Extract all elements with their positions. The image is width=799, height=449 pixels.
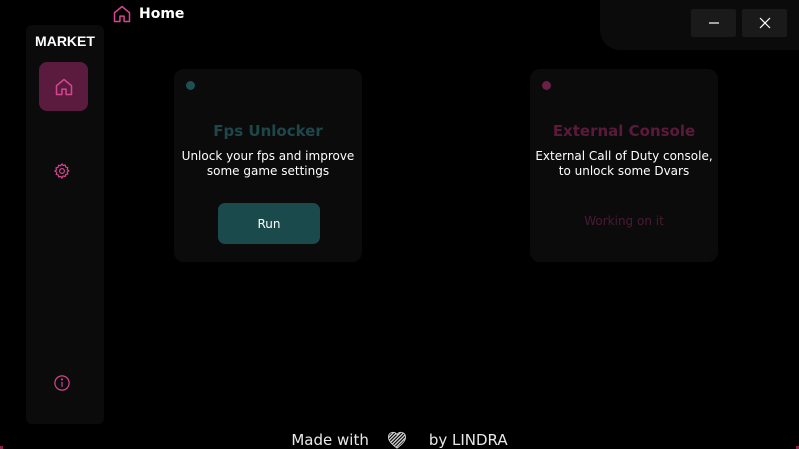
gear-icon [54, 163, 70, 179]
fps-unlocker-card: Fps Unlocker Unlock your fps and improve… [174, 69, 362, 262]
sidebar-item-home[interactable] [39, 62, 88, 111]
footer-prefix: Made with [291, 430, 369, 449]
status-dot [542, 81, 551, 90]
brand-label: MARKET [35, 33, 95, 49]
card-title: Fps Unlocker [213, 122, 323, 140]
page-title: Home [139, 5, 185, 22]
close-button[interactable] [742, 9, 787, 37]
info-icon [54, 375, 70, 391]
status-dot [186, 81, 195, 90]
sidebar-item-settings[interactable] [50, 159, 74, 183]
sidebar-item-info[interactable] [50, 371, 74, 395]
footer: Made with by LINDRA [0, 430, 799, 449]
sidebar: MARKET [26, 25, 104, 424]
card-description: Unlock your fps and improve some game se… [181, 149, 355, 178]
heart-icon [387, 431, 406, 449]
close-icon [759, 17, 770, 29]
home-icon [55, 78, 72, 95]
card-description: External Call of Duty console, to unlock… [535, 149, 713, 178]
footer-author: by LINDRA [428, 430, 508, 449]
header: Home [112, 0, 184, 27]
minimize-icon [708, 22, 719, 24]
home-icon [113, 5, 131, 22]
minimize-button[interactable] [691, 9, 736, 37]
status-text: Working on it [584, 214, 664, 228]
card-title: External Console [552, 122, 696, 140]
external-console-card: External Console External Call of Duty c… [530, 69, 718, 262]
run-button[interactable]: Run [218, 203, 320, 244]
